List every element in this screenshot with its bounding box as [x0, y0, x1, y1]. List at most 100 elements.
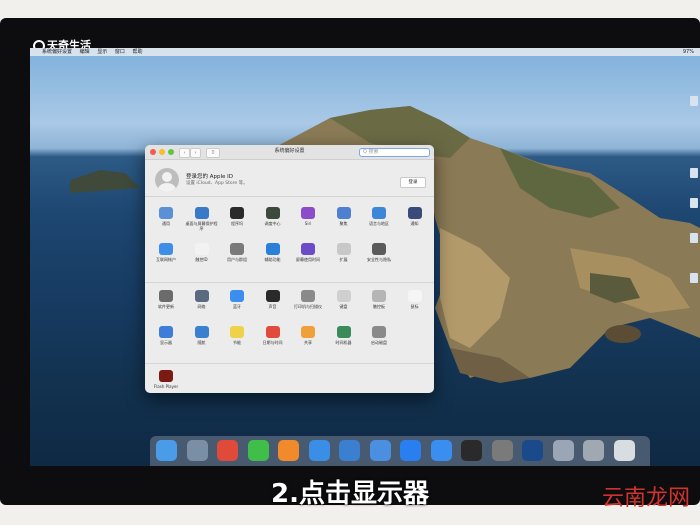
system-preferences-window: ‹ › ⠿ 系统偏好设置 Q 搜索 登录您的 Apple ID 设置 iClou… — [145, 145, 434, 393]
pref-pane-label: 键盘 — [339, 304, 348, 309]
pref-pane-label: 声音 — [268, 304, 277, 309]
pref-pane-icon — [159, 243, 173, 255]
pref-pane-label: 用户与群组 — [227, 257, 247, 262]
pref-pane-item[interactable]: 辅助功能 — [256, 243, 290, 262]
pref-pane-icon — [372, 326, 386, 338]
desktop-file-icon[interactable] — [690, 273, 698, 283]
pref-pane-label: 打印机与扫描仪 — [294, 304, 322, 309]
dock-app-icon[interactable] — [461, 440, 482, 461]
apple-id-banner[interactable]: 登录您的 Apple ID 设置 iCloud、App Store 等。 登录 — [145, 160, 434, 197]
pref-pane-icon — [230, 207, 244, 219]
dock-app-icon[interactable] — [430, 440, 452, 461]
pref-pane-label: 日期与时间 — [262, 340, 283, 345]
dock-app-icon[interactable] — [552, 440, 574, 461]
pref-pane-item[interactable]: 共享 — [291, 326, 325, 345]
pref-pane-label: 触控板 — [373, 304, 385, 309]
pref-pane-item[interactable]: 触控板 — [362, 290, 396, 309]
pref-pane-icon — [372, 290, 386, 302]
section-divider — [145, 363, 434, 364]
search-input[interactable]: Q 搜索 — [359, 148, 430, 157]
flash-player-pane[interactable]: Flash Player — [149, 370, 183, 389]
pref-pane-item[interactable]: Siri — [291, 207, 325, 226]
pref-pane-item[interactable]: 程序坞 — [220, 207, 254, 226]
pref-pane-icon — [265, 290, 280, 302]
pref-pane-item[interactable]: 打印机与扫描仪 — [291, 290, 325, 309]
pref-pane-item[interactable]: 软件更新 — [149, 290, 183, 309]
pref-pane-label: 辅助功能 — [264, 257, 281, 262]
pref-pane-icon — [301, 326, 315, 338]
pref-pane-icon — [372, 207, 386, 219]
pref-pane-label: 鼠标 — [410, 304, 419, 309]
pref-pane-item[interactable]: 触控ID — [185, 243, 219, 262]
pref-pane-icon — [265, 207, 280, 219]
pref-pane-label: 互联网帐户 — [156, 257, 176, 262]
pref-pane-item[interactable]: 蓝牙 — [220, 290, 254, 309]
dock-app-icon[interactable] — [369, 440, 391, 461]
dock-app-icon[interactable] — [583, 440, 604, 461]
apple-id-title: 登录您的 Apple ID — [186, 174, 234, 180]
pref-pane-label: 语言与地区 — [369, 221, 389, 226]
watermark: 云南龙网 — [601, 486, 690, 511]
dock-app-icon[interactable] — [400, 440, 421, 461]
pref-pane-item[interactable]: 桌面与屏幕保护程序 — [185, 207, 219, 231]
pref-pane-icon — [159, 207, 173, 219]
pref-pane-item[interactable]: 鼠标 — [398, 290, 432, 309]
pref-pane-icon — [301, 243, 315, 255]
step-caption: 2.点击显示器 — [271, 479, 429, 509]
pref-pane-label: 程序坞 — [231, 221, 243, 226]
pref-pane-item[interactable]: 声音 — [256, 290, 290, 309]
pref-pane-item[interactable]: 时间机器 — [327, 326, 361, 345]
pref-pane-item[interactable]: 屏幕使用时间 — [291, 243, 325, 262]
pref-pane-item[interactable]: 日期与时间 — [256, 326, 290, 345]
desktop-file-icon[interactable] — [690, 233, 698, 243]
pref-pane-icon — [194, 207, 209, 219]
pref-pane-label: 扩展 — [339, 257, 348, 262]
dock-app-icon[interactable] — [278, 440, 299, 461]
pref-pane-item[interactable]: 启动磁盘 — [362, 326, 396, 345]
pref-pane-icon — [194, 290, 209, 302]
pref-pane-item[interactable]: 节能 — [220, 326, 254, 345]
dock-app-icon[interactable] — [308, 440, 330, 461]
desktop-file-icon[interactable] — [690, 198, 698, 208]
pref-pane-label: 调度中心 — [264, 221, 281, 226]
pref-pane-item[interactable]: 显示器 — [149, 326, 183, 345]
section-divider — [145, 282, 434, 283]
pref-pane-item[interactable]: 扩展 — [327, 243, 361, 262]
dock-app-icon[interactable] — [522, 440, 543, 461]
pref-pane-icon — [159, 326, 173, 338]
pref-pane-icon — [194, 243, 209, 255]
pref-pane-icon — [230, 243, 244, 255]
pref-pane-item[interactable]: 网络 — [185, 290, 219, 309]
desktop-file-icon[interactable] — [690, 168, 698, 178]
pref-pane-item[interactable]: 语言与地区 — [362, 207, 396, 226]
pref-pane-item[interactable]: 随航 — [185, 326, 219, 345]
pref-pane-label: 节能 — [233, 340, 241, 345]
pref-pane-item[interactable]: 互联网帐户 — [149, 243, 183, 262]
pref-pane-label: 通用 — [162, 221, 170, 226]
pref-pane-item[interactable]: 调度中心 — [256, 207, 290, 226]
dock-app-icon[interactable] — [217, 440, 238, 461]
pref-pane-item[interactable]: 聚焦 — [327, 207, 361, 226]
dock-app-icon[interactable] — [156, 440, 177, 461]
login-button[interactable]: 登录 — [400, 177, 426, 188]
dock-app-icon[interactable] — [247, 440, 269, 461]
pref-pane-label: 软件更新 — [158, 304, 174, 309]
pref-pane-icon — [265, 326, 280, 338]
pref-pane-item[interactable]: 键盘 — [327, 290, 361, 309]
pref-pane-label: 触控ID — [195, 257, 208, 262]
pref-pane-item[interactable]: 用户与群组 — [220, 243, 254, 262]
pref-pane-item[interactable]: 通用 — [149, 207, 183, 226]
desktop-file-icon[interactable] — [690, 96, 698, 106]
pref-pane-icon — [159, 290, 173, 302]
pref-pane-item[interactable]: 安全性与隐私 — [362, 243, 396, 262]
pref-pane-label: 时间机器 — [335, 340, 352, 345]
window-titlebar: ‹ › ⠿ 系统偏好设置 Q 搜索 — [145, 145, 434, 160]
apple-id-subtitle: 设置 iCloud、App Store 等。 — [186, 181, 248, 186]
dock-app-icon[interactable] — [339, 440, 360, 461]
dock-app-icon[interactable] — [613, 440, 635, 461]
pref-pane-label: 网络 — [197, 304, 206, 309]
dock-app-icon[interactable] — [186, 440, 208, 461]
dock-app-icon[interactable] — [491, 440, 513, 461]
pref-pane-item[interactable]: 通知 — [398, 207, 432, 226]
pref-pane-label: 蓝牙 — [233, 304, 241, 309]
